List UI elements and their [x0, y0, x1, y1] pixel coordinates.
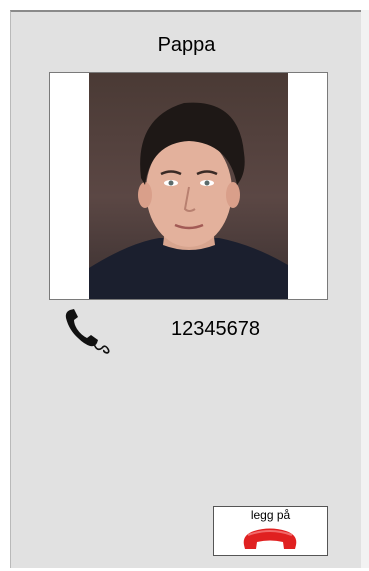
- contact-photo-frame: [49, 72, 328, 300]
- contact-photo: [89, 73, 288, 299]
- hangup-label: legg på: [250, 508, 291, 522]
- contact-name: Pappa: [157, 34, 216, 56]
- contact-number: 12345678: [171, 318, 260, 340]
- phone-handset-icon: [64, 308, 112, 354]
- window-edge: [361, 10, 369, 568]
- hangup-button[interactable]: legg på: [213, 506, 328, 556]
- hangup-handset-icon: [240, 525, 300, 553]
- contact-portrait: [89, 102, 288, 299]
- call-window: Pappa 12345678 legg på: [10, 10, 361, 568]
